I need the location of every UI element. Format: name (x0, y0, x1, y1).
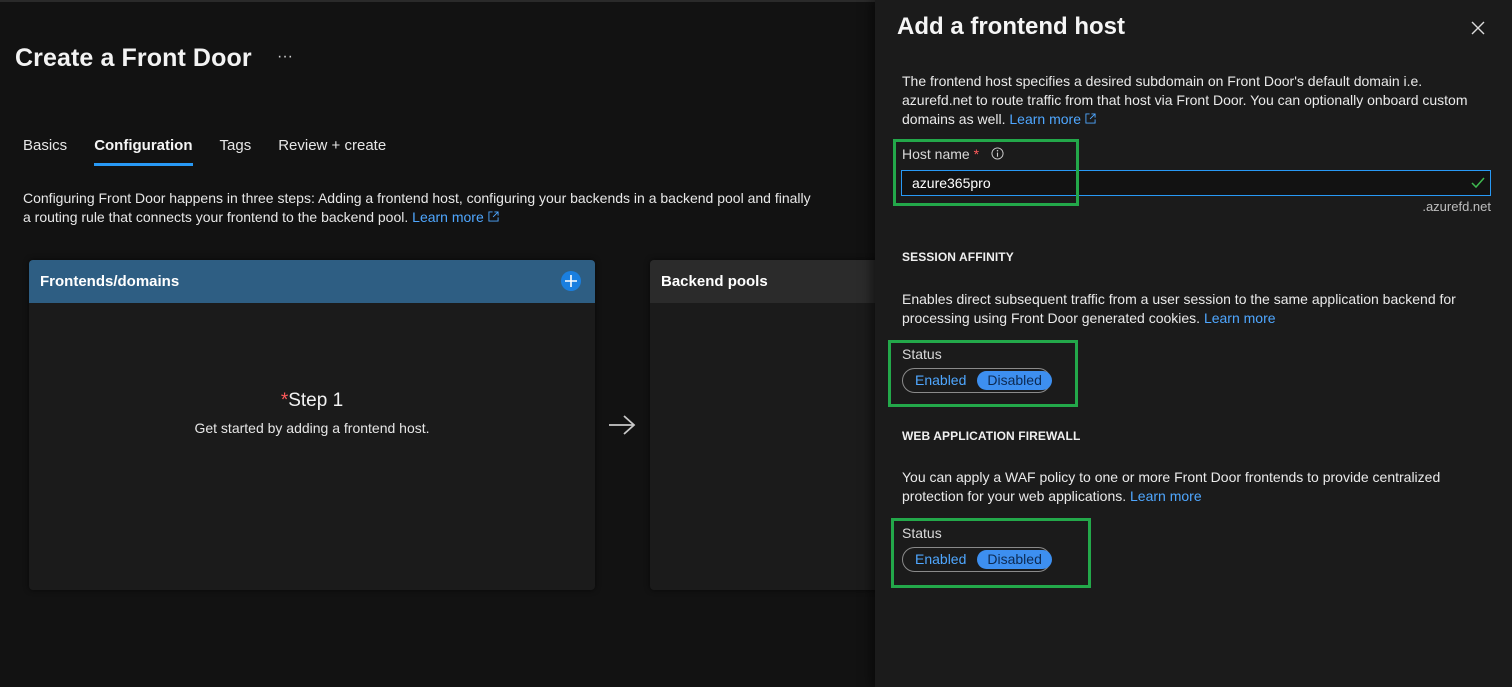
tab-review-create[interactable]: Review + create (278, 136, 386, 166)
step-subtitle: Get started by adding a frontend host. (194, 420, 430, 436)
external-link-icon (488, 211, 499, 222)
add-frontend-host-panel: Add a frontend host The frontend host sp… (875, 0, 1512, 687)
backend-pools-card: Backend pools (650, 260, 890, 590)
tab-configuration[interactable]: Configuration (94, 136, 193, 166)
intro-learn-more-label: Learn more (1009, 111, 1081, 127)
arrow-right-icon (609, 415, 636, 435)
learn-more-link[interactable]: Learn more (412, 209, 499, 225)
page-title: Create a Front Door (15, 44, 252, 72)
waf-description: You can apply a WAF policy to one or mor… (902, 468, 1492, 506)
tab-tags[interactable]: Tags (220, 136, 252, 166)
domain-suffix: .azurefd.net (1422, 199, 1491, 214)
host-name-highlight (893, 139, 1079, 206)
more-options-button[interactable]: ··· (277, 48, 293, 66)
panel-intro-text: The frontend host specifies a desired su… (902, 73, 1468, 127)
session-affinity-highlight (888, 340, 1078, 407)
session-affinity-description: Enables direct subsequent traffic from a… (902, 290, 1492, 328)
waf-learn-more-link[interactable]: Learn more (1130, 488, 1202, 504)
intro-learn-more-link[interactable]: Learn more (1009, 111, 1096, 127)
step-title: *Step 1 (29, 390, 595, 412)
checkmark-icon (1471, 177, 1485, 189)
session-affinity-heading: SESSION AFFINITY (902, 250, 1014, 264)
configuration-description: Configuring Front Door happens in three … (23, 189, 813, 227)
learn-more-label: Learn more (412, 209, 484, 225)
tab-basics[interactable]: Basics (23, 136, 67, 166)
waf-heading: WEB APPLICATION FIREWALL (902, 429, 1081, 443)
panel-intro: The frontend host specifies a desired su… (902, 72, 1492, 129)
frontends-card: Frontends/domains *Step 1 Get started by… (29, 260, 595, 590)
close-icon[interactable] (1469, 19, 1487, 37)
session-affinity-learn-more-link[interactable]: Learn more (1204, 310, 1276, 326)
add-frontend-button[interactable] (561, 271, 581, 291)
frontends-card-header: Frontends/domains (29, 260, 595, 303)
external-link-icon (1085, 113, 1096, 124)
frontends-card-title: Frontends/domains (40, 273, 180, 290)
step-1: *Step 1 Get started by adding a frontend… (29, 390, 595, 436)
panel-title: Add a frontend host (897, 13, 1125, 40)
waf-highlight (891, 518, 1091, 588)
session-affinity-text: Enables direct subsequent traffic from a… (902, 291, 1456, 326)
backend-pools-card-header: Backend pools (650, 260, 890, 303)
step-title-text: Step 1 (288, 390, 344, 411)
tab-bar: Basics Configuration Tags Review + creat… (23, 136, 413, 168)
backend-pools-card-title: Backend pools (661, 273, 768, 290)
plus-icon (565, 275, 577, 287)
ellipsis-icon: ··· (277, 48, 293, 65)
